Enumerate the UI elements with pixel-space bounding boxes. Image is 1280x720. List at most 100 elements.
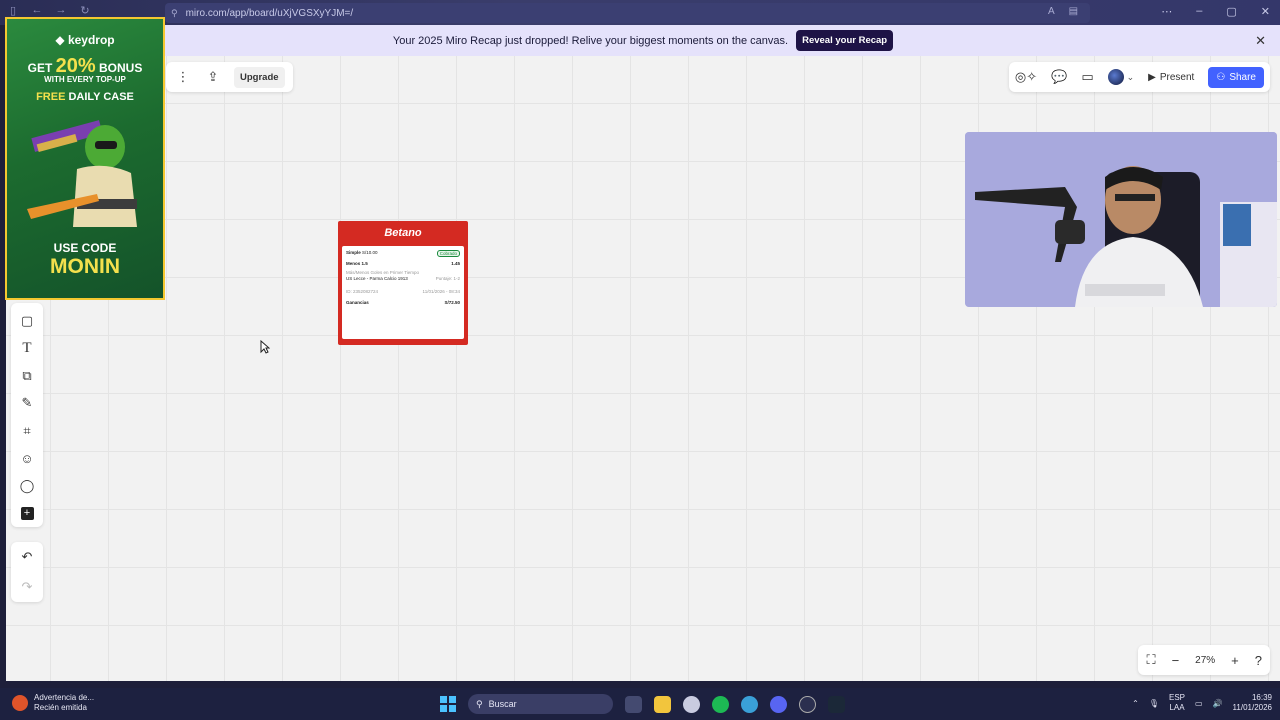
browser-app-icon[interactable] xyxy=(683,695,700,713)
task-view-icon[interactable] xyxy=(625,695,642,713)
ad-character-illustration xyxy=(27,120,137,227)
creation-toolbar: ▢ T ⧉ ✎ ⌗ ☺ ◯ + xyxy=(11,303,43,527)
help-icon[interactable]: ? xyxy=(1255,653,1262,668)
file-explorer-icon[interactable] xyxy=(654,695,671,713)
ad-free: FREE xyxy=(36,91,66,103)
clock-time: 16:39 xyxy=(1251,693,1272,702)
ad-brand-text: keydrop xyxy=(67,33,115,47)
steam-icon[interactable] xyxy=(828,695,845,713)
comment-icon[interactable]: ◯ xyxy=(11,472,43,500)
obs-icon[interactable] xyxy=(799,695,816,713)
frame-icon[interactable]: ⌗ xyxy=(11,417,43,445)
address-bar[interactable]: ⚲ miro.com/app/board/uXjVGSXyYJM=/ xyxy=(165,3,1090,23)
reactions-icon[interactable]: ◎✧ xyxy=(1015,69,1037,85)
gains-value: S/72.50 xyxy=(444,300,460,305)
search-label: Buscar xyxy=(488,699,517,709)
bet-type: Simple xyxy=(346,250,361,255)
zoom-out-icon[interactable]: − xyxy=(1172,653,1180,668)
ad-use-code: USE CODE xyxy=(53,241,117,255)
upgrade-button[interactable]: Upgrade xyxy=(234,66,285,88)
avatar xyxy=(1107,69,1124,85)
board-toolbar-left: ⋮ ⇪ Upgrade xyxy=(166,62,293,92)
shapes-icon[interactable]: ⧉ xyxy=(11,362,43,390)
window-controls: ⋯ – ▢ ✕ xyxy=(1161,5,1270,18)
maximize-icon[interactable]: ▢ xyxy=(1226,5,1236,18)
ad-percent: 20% xyxy=(55,55,96,77)
redo-icon[interactable]: ↷ xyxy=(22,572,33,602)
sidebar-toggle-icon[interactable]: ▯ xyxy=(6,4,20,17)
telegram-icon[interactable] xyxy=(741,695,758,713)
match-score: Puntaje: 1-2 xyxy=(435,276,460,281)
webcam-overlay xyxy=(965,132,1277,307)
taskbar-search[interactable]: ⚲ Buscar xyxy=(468,694,613,714)
discord-icon[interactable] xyxy=(770,695,787,713)
close-banner-icon[interactable]: ✕ xyxy=(1255,33,1266,49)
ad-get: GET xyxy=(27,61,53,75)
tray-overflow-icon[interactable]: ⌃ xyxy=(1132,699,1139,708)
taskbar-apps: ⚲ Buscar xyxy=(440,694,845,714)
play-icon: ▶ xyxy=(1148,71,1156,83)
reload-icon[interactable]: ↻ xyxy=(78,4,92,17)
status-badge: Cobrado xyxy=(436,250,460,257)
betano-bet-slip-image[interactable]: Betano Simple S/10.00 Cobrado Menos 1.5 … xyxy=(338,221,468,345)
spotify-icon[interactable] xyxy=(712,695,729,713)
language-indicator[interactable]: ESP LAA xyxy=(1169,693,1185,713)
template-icon[interactable]: ☺ xyxy=(11,445,43,473)
history-toolbar: ↶ ↷ xyxy=(11,542,43,602)
fit-to-screen-icon[interactable]: ⛶ xyxy=(1146,652,1155,668)
network-icon[interactable]: ▭ xyxy=(1195,699,1203,708)
chevron-down-icon: ⌄ xyxy=(1126,71,1135,82)
warning-app-icon xyxy=(12,695,28,711)
close-window-icon[interactable]: ✕ xyxy=(1261,5,1270,18)
mouse-cursor-icon xyxy=(260,340,270,354)
add-icon[interactable]: + xyxy=(11,500,43,528)
notification-title: Advertencia de... xyxy=(34,693,95,702)
back-icon[interactable]: ← xyxy=(30,4,44,17)
chat-icon[interactable]: 💬 xyxy=(1051,69,1067,85)
more-options-icon[interactable]: ⋮ xyxy=(174,69,192,85)
site-info-icon[interactable]: ⚲ xyxy=(171,8,178,19)
collaborators[interactable]: ⌄ xyxy=(1107,69,1135,85)
miro-board-canvas[interactable]: Your 2025 Miro Recap just dropped! Reliv… xyxy=(6,25,1280,681)
ad-free-case: FREE DAILY CASE xyxy=(7,91,163,103)
share-label: Share xyxy=(1229,71,1256,83)
more-icon[interactable]: ⋯ xyxy=(1161,5,1172,18)
forward-icon[interactable]: → xyxy=(54,4,68,17)
video-call-icon[interactable]: ▭ xyxy=(1081,69,1093,85)
pen-icon[interactable]: ✎ xyxy=(11,390,43,418)
translate-icon[interactable]: A xyxy=(1048,6,1055,17)
undo-icon[interactable]: ↶ xyxy=(22,542,33,572)
microphone-icon[interactable]: 🎙 xyxy=(1149,699,1159,708)
ad-code: MONIN xyxy=(50,255,120,278)
volume-icon[interactable]: 🔊 xyxy=(1213,699,1223,708)
share-button[interactable]: ⚇ Share xyxy=(1208,66,1264,88)
bet-id: ID: 2352082724 xyxy=(346,289,379,294)
export-icon[interactable]: ⇪ xyxy=(204,69,222,85)
bet-market: Menos 1.5 xyxy=(346,261,368,266)
windows-taskbar: Advertencia de... Recién emitida ⚲ Busca… xyxy=(0,688,1280,720)
clock-date: 11/01/2026 xyxy=(1232,703,1272,712)
reader-icon[interactable]: ▤ xyxy=(1069,6,1078,17)
board-toolbar-right: ◎✧ 💬 ▭ ⌄ ▶ Present ⚇ Share xyxy=(1008,62,1270,92)
url-text: miro.com/app/board/uXjVGSXyYJM=/ xyxy=(185,7,354,19)
start-button[interactable] xyxy=(440,696,456,712)
reveal-recap-button[interactable]: Reveal your Recap xyxy=(796,30,894,51)
betano-logo: Betano xyxy=(384,227,422,239)
minimize-icon[interactable]: – xyxy=(1196,5,1202,18)
notification-subtitle: Recién emitida xyxy=(34,703,87,712)
system-tray: ⌃ 🎙 ESP LAA ▭ 🔊 16:39 11/01/2026 xyxy=(1132,693,1272,713)
browser-nav: ▯ ← → ↻ xyxy=(6,4,92,17)
present-button[interactable]: ▶ Present xyxy=(1148,72,1194,83)
ad-brand: ◆ keydrop xyxy=(55,33,115,47)
zoom-in-icon[interactable]: + xyxy=(1231,653,1239,668)
text-icon[interactable]: T xyxy=(11,335,43,363)
clock[interactable]: 16:39 11/01/2026 xyxy=(1233,693,1272,713)
zoom-level[interactable]: 27% xyxy=(1195,655,1215,666)
sticky-note-icon[interactable]: ▢ xyxy=(11,307,43,335)
bet-odds: 1.45 xyxy=(451,261,460,266)
keydrop-ad-overlay: ◆ keydrop GET 20% BONUS WITH EVERY TOP-U… xyxy=(5,17,165,300)
match-name: US Lecce - Parma Calcio 1913 xyxy=(346,276,408,281)
banner-message: Your 2025 Miro Recap just dropped! Reliv… xyxy=(392,34,789,47)
ad-daily-case: DAILY CASE xyxy=(68,91,134,103)
notification-item[interactable]: Advertencia de... Recién emitida xyxy=(12,693,94,713)
